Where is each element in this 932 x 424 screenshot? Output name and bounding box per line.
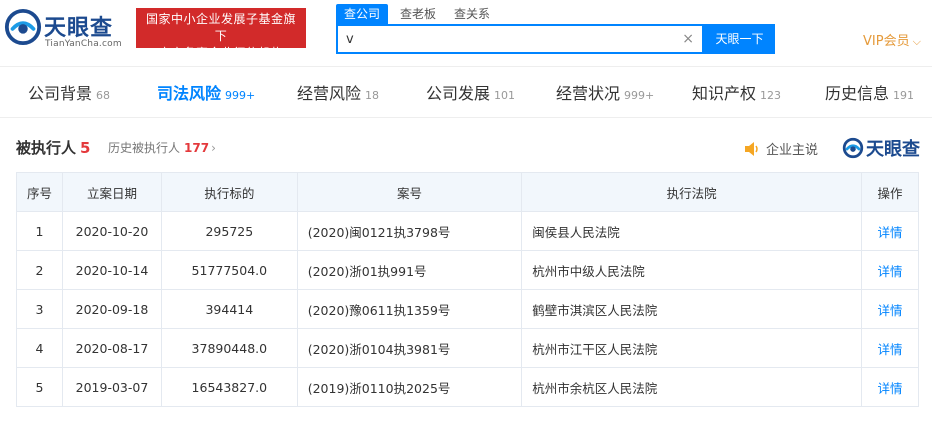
cell-index: 2: [15, 250, 64, 290]
cell-filing-date: 2020-09-18: [62, 289, 162, 329]
owner-say-link[interactable]: 企业主说: [744, 139, 818, 158]
header-action: 操作: [861, 172, 919, 212]
vip-member-menu[interactable]: VIP会员 ⌵: [863, 30, 921, 49]
cell-filing-date: 2020-10-14: [62, 250, 162, 290]
brand-watermark: 天眼查: [842, 135, 920, 161]
speaker-icon: [745, 142, 758, 156]
top-header: 天眼查 TianYanCha.com 国家中小企业发展子基金旗下 官方备案企业征…: [0, 0, 932, 66]
nav-label: 司法风险: [157, 84, 222, 103]
nav-item-intellectual-property[interactable]: 知识产权 123: [692, 80, 781, 106]
history-label: 历史被执行人: [108, 141, 181, 155]
nav-item-operating-risk[interactable]: 经营风险 18: [297, 80, 379, 106]
tianyancha-logo[interactable]: 天眼查 TianYanCha.com: [4, 6, 130, 52]
cell-court: 鹤壁市淇滨区人民法院: [521, 289, 863, 329]
cell-index: 5: [15, 367, 64, 407]
header-court: 执行法院: [521, 172, 863, 212]
header-filing-date: 立案日期: [62, 172, 162, 212]
cell-court: 杭州市余杭区人民法院: [521, 367, 863, 407]
search-box: ×: [336, 24, 704, 54]
gov-badge: 国家中小企业发展子基金旗下 官方备案企业征信机构: [136, 8, 306, 60]
tab-search-relation[interactable]: 查关系: [454, 4, 490, 24]
tab-search-company[interactable]: 查公司: [336, 4, 389, 24]
cell-case-number: (2020)浙01执991号: [296, 250, 523, 290]
section-title: 被执行人 5: [16, 137, 90, 158]
logo-eye-icon: [842, 137, 864, 159]
cell-case-number: (2020)豫0611执1359号: [296, 289, 523, 329]
logo-eye-icon: [4, 8, 42, 46]
cell-index: 3: [15, 289, 64, 329]
nav-label: 经营状况: [556, 84, 621, 103]
tab-search-boss[interactable]: 查老板: [400, 4, 436, 24]
nav-item-company-background[interactable]: 公司背景 68: [28, 80, 110, 106]
gov-badge-line1: 国家中小企业发展子基金旗下: [145, 12, 296, 43]
nav-count: 999+: [624, 89, 655, 102]
vip-label: VIP会员: [863, 34, 910, 49]
logo-subtitle: TianYanCha.com: [45, 39, 122, 49]
cell-case-number: (2020)浙0104执3981号: [296, 328, 523, 368]
nav-item-judicial-risk[interactable]: 司法风险 999+: [157, 80, 255, 106]
cell-court: 杭州市江干区人民法院: [521, 328, 863, 368]
cell-amount: 16543827.0: [160, 367, 298, 407]
nav-label: 公司发展: [426, 84, 491, 103]
header-amount: 执行标的: [160, 172, 298, 212]
gov-badge-line2: 官方备案企业征信机构: [158, 46, 284, 60]
nav-label: 知识产权: [692, 84, 757, 103]
nav-item-business-status[interactable]: 经营状况 999+: [556, 80, 654, 106]
header-index: 序号: [15, 172, 64, 212]
cell-filing-date: 2019-03-07: [62, 367, 162, 407]
executed-person-table: 序号 立案日期 执行标的 案号 执行法院 操作 1 2020-10-20 295…: [15, 172, 919, 407]
nav-count: 101: [494, 89, 516, 102]
cell-court: 杭州市中级人民法院: [521, 250, 863, 290]
cell-index: 4: [15, 328, 64, 368]
nav-count: 123: [760, 89, 782, 102]
detail-link[interactable]: 详情: [861, 289, 919, 329]
nav-label: 历史信息: [825, 84, 890, 103]
nav-count: 191: [893, 89, 915, 102]
search-button[interactable]: 天眼一下: [704, 24, 775, 54]
table-row: 2 2020-10-14 51777504.0 (2020)浙01执991号 杭…: [15, 250, 919, 290]
chevron-right-icon: ›: [211, 141, 216, 155]
cell-amount: 295725: [160, 211, 298, 251]
brand-text: 天眼查: [866, 139, 920, 160]
cell-amount: 394414: [160, 289, 298, 329]
clear-icon[interactable]: ×: [682, 31, 694, 47]
chevron-down-icon: ⌵: [912, 35, 921, 48]
table-header-row: 序号 立案日期 执行标的 案号 执行法院 操作: [15, 172, 919, 212]
cell-amount: 51777504.0: [160, 250, 298, 290]
company-nav: 公司背景 68 司法风险 999+ 经营风险 18 公司发展 101 经营状况 999+ …: [0, 66, 932, 118]
cell-amount: 37890448.0: [160, 328, 298, 368]
table-row: 5 2019-03-07 16543827.0 (2019)浙0110执2025…: [15, 367, 919, 407]
logo-text: 天眼查: [44, 16, 114, 41]
nav-item-history[interactable]: 历史信息 191: [825, 80, 914, 106]
cell-filing-date: 2020-10-20: [62, 211, 162, 251]
nav-count: 68: [96, 89, 111, 102]
cell-case-number: (2020)闽0121执3798号: [296, 211, 523, 251]
cell-court: 闽侯县人民法院: [521, 211, 863, 251]
detail-link[interactable]: 详情: [861, 211, 919, 251]
detail-link[interactable]: 详情: [861, 367, 919, 407]
history-executed-link[interactable]: 历史被执行人 177 ›: [108, 139, 216, 156]
nav-label: 经营风险: [297, 84, 362, 103]
detail-link[interactable]: 详情: [861, 328, 919, 368]
header-case-number: 案号: [296, 172, 523, 212]
table-row: 4 2020-08-17 37890448.0 (2020)浙0104执3981…: [15, 328, 919, 368]
table-row: 3 2020-09-18 394414 (2020)豫0611执1359号 鹤壁…: [15, 289, 919, 329]
nav-item-company-development[interactable]: 公司发展 101: [426, 80, 515, 106]
cell-filing-date: 2020-08-17: [62, 328, 162, 368]
nav-count: 999+: [225, 89, 256, 102]
nav-count: 18: [365, 89, 380, 102]
history-count: 177: [184, 141, 210, 155]
cell-index: 1: [15, 211, 64, 251]
detail-link[interactable]: 详情: [861, 250, 919, 290]
owner-say-label: 企业主说: [766, 143, 819, 158]
section-title-count: 5: [80, 139, 91, 157]
nav-label: 公司背景: [28, 84, 93, 103]
search-input[interactable]: [338, 26, 678, 52]
section-title-text: 被执行人: [16, 139, 77, 157]
cell-case-number: (2019)浙0110执2025号: [296, 367, 523, 407]
table-row: 1 2020-10-20 295725 (2020)闽0121执3798号 闽侯…: [15, 211, 919, 251]
